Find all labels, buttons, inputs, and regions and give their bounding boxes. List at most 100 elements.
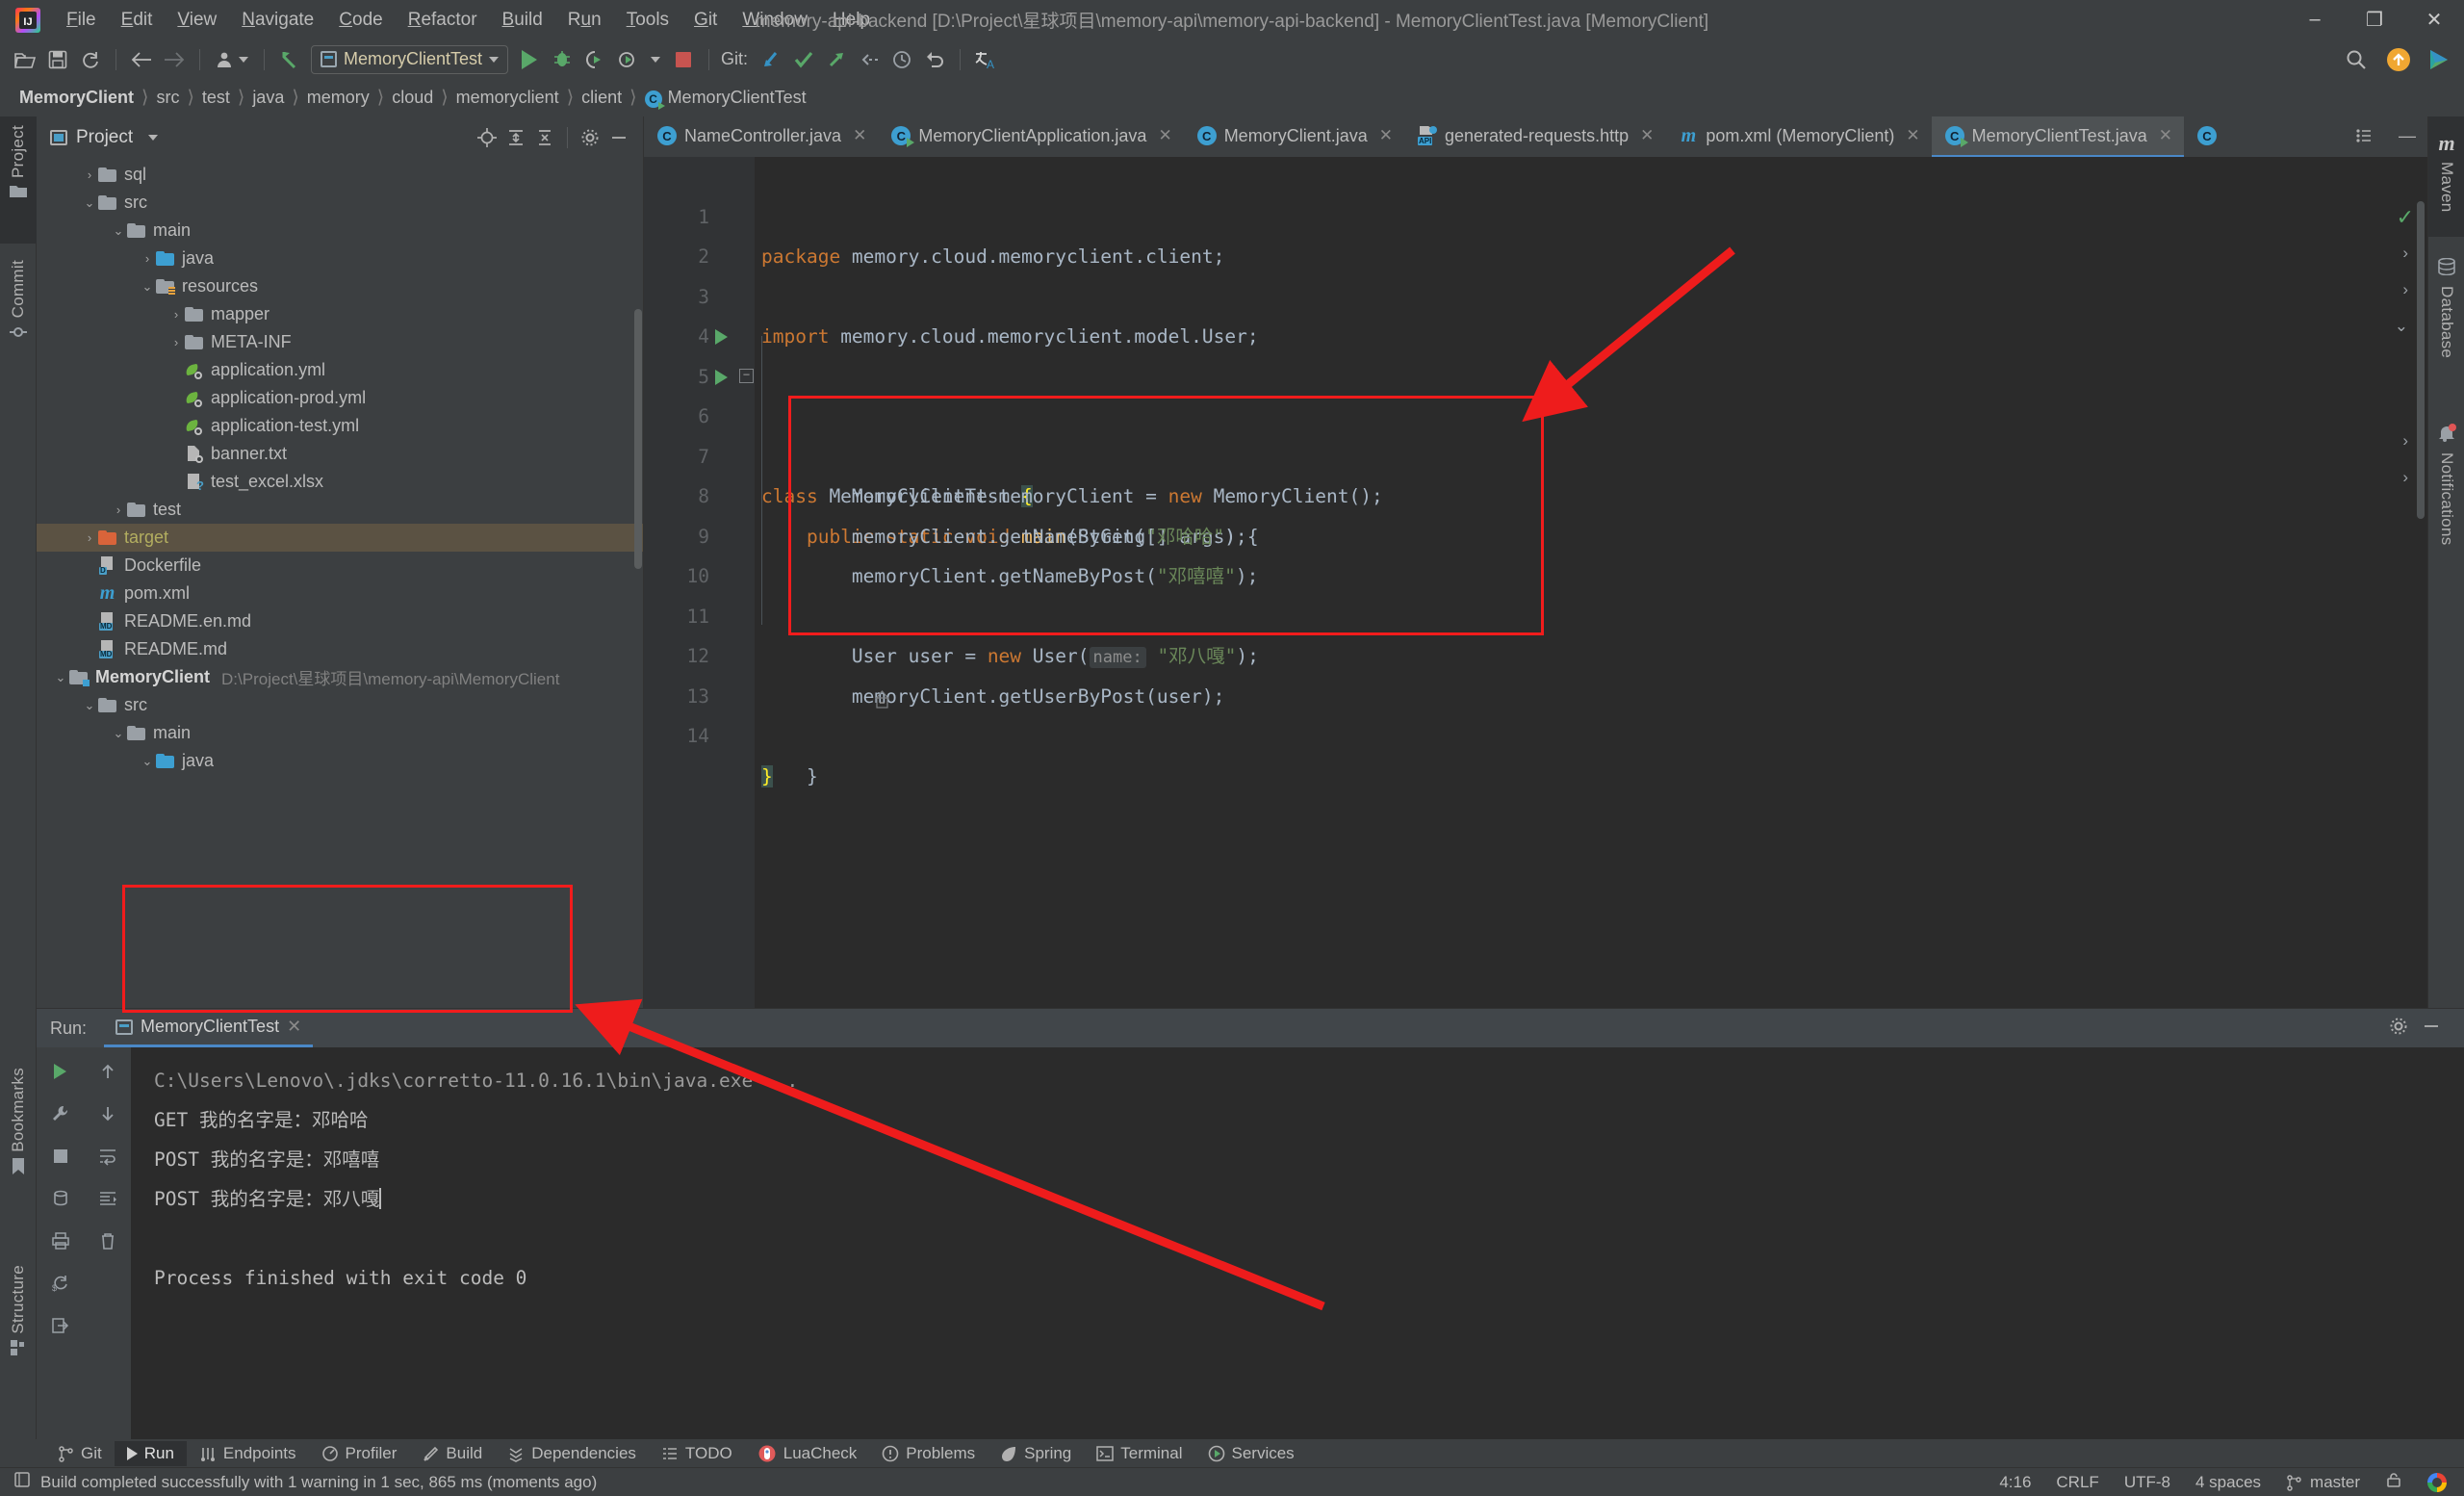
menu-refactor[interactable]: Refactor [396, 6, 490, 35]
editor-tab-pomxml[interactable]: m pom.xml (MemoryClient) ✕ [1665, 116, 1931, 157]
print-icon[interactable] [44, 1226, 77, 1255]
export-icon[interactable] [44, 1311, 77, 1340]
toolwindow-spring[interactable]: Spring [988, 1441, 1084, 1466]
git-push-icon[interactable] [821, 45, 852, 74]
toolwindow-luacheck[interactable]: LuaCheck [745, 1441, 870, 1466]
trash-icon[interactable] [91, 1226, 124, 1255]
run-gutter-icon[interactable] [715, 369, 728, 385]
git-commit-icon[interactable] [788, 45, 819, 74]
tree-row-target[interactable]: › target [37, 524, 643, 552]
editor-scrollbar[interactable] [2417, 201, 2425, 519]
breadcrumb-item-1[interactable]: src [150, 86, 185, 110]
breadcrumb-item-6[interactable]: memoryclient [450, 86, 565, 110]
toolwindow-services[interactable]: Services [1195, 1441, 1307, 1466]
breadcrumb-chevron-5-icon[interactable]: › [2402, 468, 2408, 487]
close-icon[interactable]: ✕ [1906, 126, 1919, 145]
maximize-icon[interactable]: ❐ [2345, 0, 2404, 39]
editor-tab-list-icon[interactable] [2341, 116, 2385, 157]
save-all-icon[interactable] [42, 45, 73, 74]
tree-row[interactable]: MD README.en.md [37, 607, 643, 635]
menu-view[interactable]: View [165, 6, 229, 35]
translate-icon[interactable]: A [970, 45, 1001, 74]
run-gutter-icon[interactable] [715, 329, 728, 345]
stop-button[interactable] [668, 45, 699, 74]
chevron-right-icon[interactable]: › [110, 503, 127, 517]
forward-icon[interactable] [159, 45, 190, 74]
git-history-icon[interactable] [886, 45, 917, 74]
open-folder-icon[interactable] [10, 45, 40, 74]
tree-row[interactable]: › sql [37, 161, 643, 189]
breadcrumb-chevron-1-icon[interactable]: › [2402, 244, 2408, 263]
breadcrumb-item-4[interactable]: memory [301, 86, 375, 110]
breadcrumb-chevron-2-icon[interactable]: › [2402, 280, 2408, 299]
breadcrumb-item-0[interactable]: MemoryClient [13, 86, 140, 110]
toolwindow-git[interactable]: Git [44, 1441, 115, 1466]
menu-build[interactable]: Build [490, 6, 555, 35]
locate-icon[interactable] [473, 124, 501, 151]
chevron-down-icon[interactable]: ⌄ [81, 698, 98, 713]
project-scrollbar[interactable] [634, 309, 642, 569]
tree-row[interactable]: D Dockerfile [37, 552, 643, 580]
profiler-chevron-down-icon[interactable] [651, 56, 661, 63]
profile-chevron-down-icon[interactable] [239, 56, 248, 63]
menu-run[interactable]: Run [555, 6, 614, 35]
menu-window[interactable]: Window [730, 6, 820, 35]
caret-position[interactable]: 4:16 [1999, 1473, 2031, 1492]
search-everywhere-icon[interactable] [2341, 45, 2372, 74]
tree-row-module[interactable]: ⌄ MemoryClient D:\Project\星球项目\memory-ap… [37, 663, 643, 691]
hide-icon[interactable] [604, 124, 633, 151]
chevron-right-icon[interactable]: › [167, 307, 185, 322]
sidebar-item-notifications[interactable]: Notifications [2428, 410, 2464, 607]
console-output[interactable]: C:\Users\Lenovo\.jdks\corretto-11.0.16.1… [131, 1047, 2464, 1439]
inspection-ok-icon[interactable]: ✓ [2397, 205, 2414, 230]
tree-row[interactable]: › test [37, 496, 643, 524]
line-separator[interactable]: CRLF [2056, 1473, 2098, 1492]
toolwindow-terminal[interactable]: Terminal [1084, 1441, 1194, 1466]
menu-navigate[interactable]: Navigate [229, 6, 326, 35]
chevron-down-icon[interactable] [148, 135, 159, 141]
sidebar-item-bookmarks[interactable]: Bookmarks [0, 1059, 37, 1218]
ide-feature-icon[interactable] [2424, 45, 2454, 74]
rerun-icon[interactable] [44, 1057, 77, 1086]
tree-row[interactable]: › mapper [37, 300, 643, 328]
tree-row[interactable]: MD README.md [37, 635, 643, 663]
fold-icon[interactable]: − [739, 368, 754, 384]
toolwindow-todo[interactable]: TODO [649, 1441, 745, 1466]
toolwindow-build[interactable]: Build [409, 1441, 495, 1466]
editor-tab-namecontroller[interactable]: C NameController.java ✕ [644, 116, 878, 157]
update-available-icon[interactable] [2383, 45, 2414, 74]
toolwindow-profiler[interactable]: Profiler [309, 1441, 410, 1466]
run-configuration-selector[interactable]: MemoryClientTest [311, 44, 509, 74]
tree-row[interactable]: ⌄ resources [37, 272, 643, 300]
wrench-icon[interactable] [44, 1099, 77, 1128]
tree-row[interactable]: ? test_excel.xlsx [37, 468, 643, 496]
breadcrumb-item-file[interactable]: C MemoryClientTest [639, 86, 812, 110]
sync-icon[interactable] [75, 45, 106, 74]
hide-icon[interactable] [2422, 1017, 2441, 1041]
close-icon[interactable]: ✕ [287, 1017, 301, 1037]
tree-row[interactable]: ⌄ java [37, 747, 643, 775]
close-icon[interactable]: ✕ [1158, 126, 1171, 145]
close-icon[interactable]: ✕ [1379, 126, 1393, 145]
breadcrumb-chevron-4-icon[interactable]: › [2402, 431, 2408, 451]
back-icon[interactable] [126, 45, 157, 74]
toolwindow-run[interactable]: Run [114, 1440, 187, 1466]
sidebar-item-database[interactable]: Database [2428, 244, 2464, 402]
tree-row[interactable]: › META-INF [37, 328, 643, 356]
run-coverage-icon[interactable] [579, 45, 610, 74]
menu-file[interactable]: File [54, 6, 109, 35]
chevron-right-icon[interactable]: › [167, 335, 185, 349]
tree-row[interactable]: banner.txt [37, 440, 643, 468]
scroll-up-icon[interactable] [91, 1057, 124, 1086]
run-button[interactable] [514, 45, 545, 74]
indent-setting[interactable]: 4 spaces [2195, 1473, 2261, 1492]
settings-gear-icon[interactable] [2389, 1017, 2408, 1041]
editor-tab-memoryclienttest[interactable]: C MemoryClientTest.java ✕ [1931, 116, 2184, 157]
close-icon[interactable]: ✕ [853, 126, 866, 145]
google-account-icon[interactable] [2427, 1472, 2447, 1492]
stop-icon[interactable] [44, 1142, 77, 1171]
debug-button[interactable] [547, 45, 578, 74]
chevron-down-icon[interactable]: ⌄ [139, 754, 156, 769]
breadcrumb-chevron-3-icon[interactable]: ⌄ [2395, 317, 2408, 336]
editor-tab-memoryclient[interactable]: C MemoryClient.java ✕ [1184, 116, 1404, 157]
